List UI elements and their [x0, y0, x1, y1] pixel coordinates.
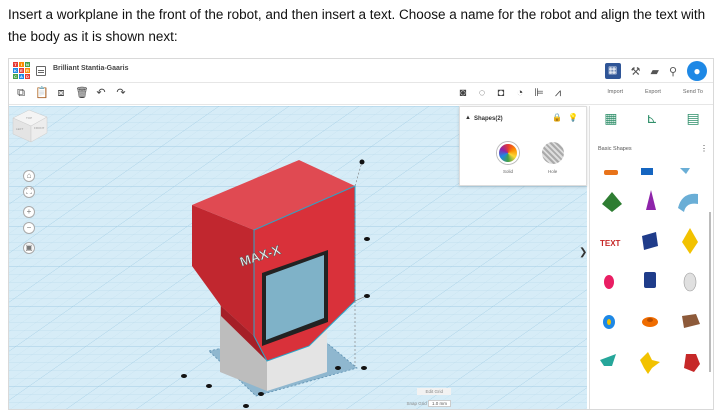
view-cube-left-label: LEFT: [16, 127, 24, 131]
group-icon[interactable]: ◘: [495, 86, 507, 100]
paste-icon[interactable]: 📋: [35, 86, 49, 100]
tinkercad-window: T I N K E R C A D Brilliant Stantia-Gaar…: [8, 58, 714, 410]
corner-handle[interactable]: [335, 366, 341, 370]
fit-view-icon[interactable]: ⛶: [23, 186, 35, 198]
export-button[interactable]: Export: [645, 89, 661, 95]
send-to-button[interactable]: Send To: [683, 89, 703, 95]
shape-star-gold-icon: [640, 352, 660, 374]
view-cube[interactable]: TOP LEFT FRONT: [9, 106, 51, 146]
workplane-icon[interactable]: ▦: [604, 110, 617, 127]
shape-library[interactable]: TEXT: [594, 164, 702, 409]
view-cube-top-label: TOP: [26, 116, 32, 120]
import-button[interactable]: Import: [607, 89, 623, 95]
zoom-in-icon[interactable]: +: [23, 206, 35, 218]
shape-box-icon: [604, 170, 618, 175]
title-bar: T I N K E R C A D Brilliant Stantia-Gaar…: [9, 59, 713, 83]
instruction-text: Insert a workplane in the front of the r…: [8, 7, 706, 44]
3d-design-grid-icon[interactable]: ▦: [604, 63, 621, 79]
shape-icosahedron-icon: [684, 354, 700, 372]
top-right-icons: ▦ ⚒ ▰ ⚲ ●: [604, 60, 707, 82]
hammer-icon[interactable]: ⚒: [631, 65, 641, 78]
edit-grid-button[interactable]: Edit Grid: [417, 388, 451, 395]
shapes-panel: ▦ ⊾ ▤ Basic Shapes ⋮ TEXT: [589, 106, 713, 409]
notes-panel-icon[interactable]: ▤: [686, 110, 699, 127]
shape-prism-icon: [644, 272, 656, 288]
hole-label: Hole: [548, 169, 558, 174]
height-handle[interactable]: [359, 159, 365, 165]
home-view-icon[interactable]: ⌂: [23, 170, 35, 182]
delete-icon[interactable]: 🗑: [75, 86, 89, 100]
corner-handle[interactable]: [258, 392, 264, 396]
solid-color-button[interactable]: [497, 142, 519, 164]
mirror-icon[interactable]: ⩘: [552, 86, 564, 100]
ungroup-icon[interactable]: ◔: [514, 86, 526, 100]
side-handle[interactable]: [364, 294, 370, 298]
corner-handle[interactable]: [181, 374, 187, 378]
notes-icon[interactable]: ◙: [457, 86, 469, 100]
visibility-icon[interactable]: 💡: [568, 113, 578, 122]
panel-scrollbar[interactable]: [709, 212, 711, 372]
user-avatar-icon[interactable]: ●: [687, 61, 707, 81]
shape-rock-icon: [682, 314, 700, 328]
undo-icon[interactable]: ↶: [95, 86, 107, 100]
shape-text-icon: TEXT: [600, 239, 621, 248]
add-user-icon[interactable]: ⚲: [669, 65, 677, 78]
shape-roof-icon: [602, 192, 622, 212]
export-tools: Import Export Send To: [607, 89, 703, 95]
shape-category-select[interactable]: Basic Shapes ⋮: [598, 142, 710, 156]
shape-cone-icon: [646, 190, 656, 210]
designs-menu-icon[interactable]: [36, 66, 46, 76]
corner-handle[interactable]: [243, 404, 249, 408]
main-toolbar: ⧉ 📋 ⧈ 🗑 ↶ ↷ ◙ ◌ ◘ ◔ ⊫ ⩘ Import Export Se…: [9, 83, 713, 105]
hole-button[interactable]: [542, 142, 564, 164]
view-cube-front-label: FRONT: [34, 126, 44, 130]
collapse-caret-icon[interactable]: ▲: [465, 115, 471, 121]
redo-icon[interactable]: ↷: [115, 86, 127, 100]
light-bulb-icon[interactable]: ◌: [476, 86, 488, 100]
solid-label: Solid: [503, 169, 514, 174]
lock-icon[interactable]: 🔒: [552, 113, 562, 122]
shape-polygon-icon: [642, 232, 658, 250]
snap-grid-label: Snap Grid: [406, 401, 427, 406]
tinkercad-logo[interactable]: T I N K E R C A D: [13, 62, 30, 79]
ruler-icon[interactable]: ⊾: [646, 110, 658, 127]
edit-tools: ⧉ 📋 ⧈ 🗑 ↶ ↷: [15, 86, 127, 100]
panel-collapse-icon[interactable]: ❯: [579, 247, 587, 258]
shape-tools: ◙ ◌ ◘ ◔ ⊫ ⩘: [457, 86, 564, 100]
shape-sphere-icon: [680, 168, 690, 174]
shape-pyramid-icon: [682, 228, 698, 254]
shape-paraboloid-icon: [604, 275, 614, 289]
snap-grid-controls: Edit Grid Snap Grid 1.0 mm: [406, 380, 451, 407]
snap-grid-select[interactable]: 1.0 mm: [427, 400, 451, 407]
ortho-view-icon[interactable]: ▣: [23, 242, 35, 254]
shape-half-sphere-icon: [678, 193, 698, 212]
copy-icon[interactable]: ⧉: [15, 86, 27, 100]
shape-egg-icon: [683, 272, 697, 292]
more-options-icon[interactable]: ⋮: [700, 142, 708, 156]
shape-star-icon: [600, 354, 616, 366]
corner-handle[interactable]: [361, 366, 367, 370]
zoom-out-icon[interactable]: −: [23, 222, 35, 234]
corner-handle[interactable]: [206, 384, 212, 388]
briefcase-icon[interactable]: ▰: [650, 65, 658, 78]
inspector-title: Shapes(2): [474, 116, 503, 122]
duplicate-icon[interactable]: ⧈: [55, 86, 67, 100]
shape-inspector: ▲ Shapes(2) 🔒 💡 Solid Hole: [459, 106, 587, 186]
side-handle[interactable]: [364, 237, 370, 241]
align-icon[interactable]: ⊫: [533, 86, 545, 100]
project-name[interactable]: Brilliant Stantia-Gaaris: [53, 65, 128, 72]
shape-cylinder-icon: [641, 168, 653, 175]
